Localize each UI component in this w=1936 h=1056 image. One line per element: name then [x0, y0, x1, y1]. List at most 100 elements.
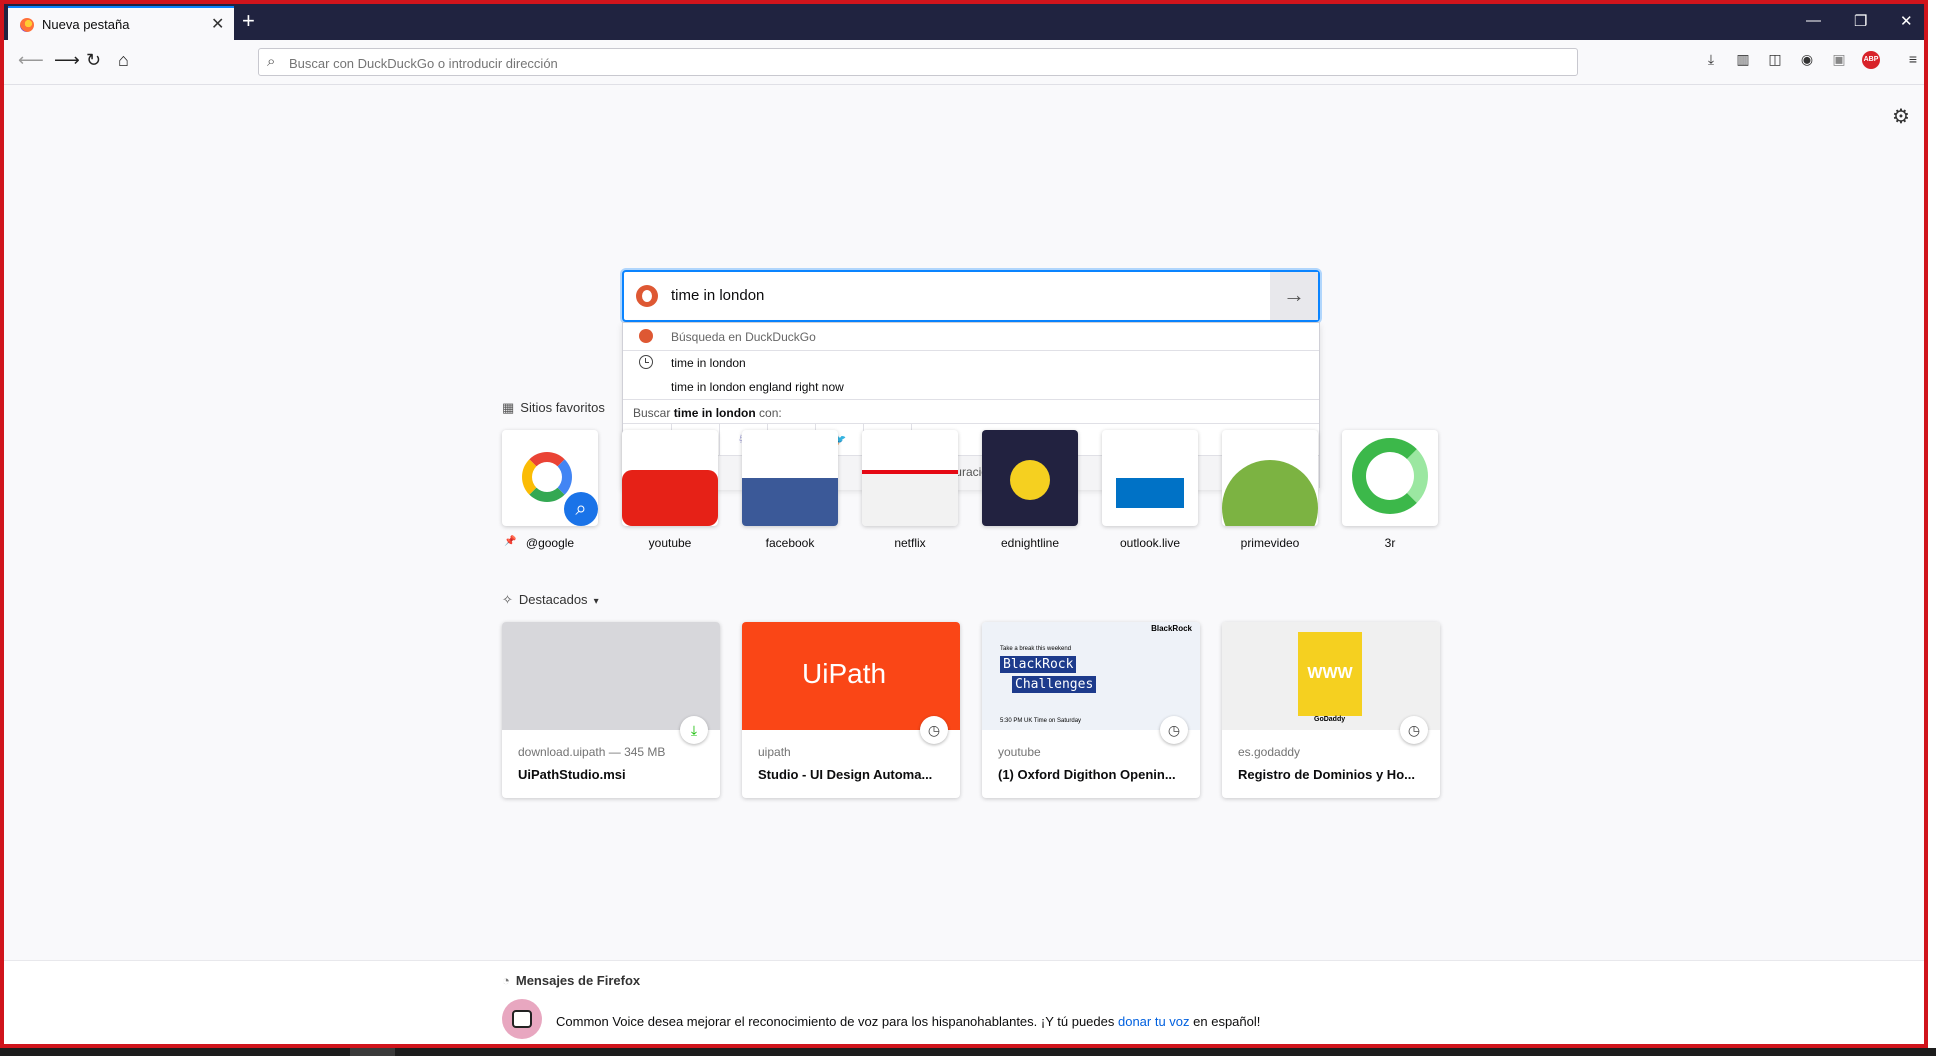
duckduckgo-icon — [636, 285, 658, 307]
top-sites-label: Sitios favoritos — [520, 400, 605, 415]
taskbar — [0, 1048, 1936, 1056]
url-input[interactable] — [287, 52, 1491, 74]
suggestion-item[interactable]: time in london — [623, 351, 1319, 375]
suggestion-item[interactable]: time in london england right now — [623, 375, 1319, 399]
settings-gear-icon[interactable]: ⚙ — [1892, 104, 1910, 129]
card-host: youtube — [998, 745, 1041, 759]
tab-title: Nueva pestaña — [42, 17, 130, 32]
back-arrow-icon[interactable]: ⟵ — [18, 50, 44, 71]
top-site-label: primevideo — [1240, 536, 1300, 550]
top-site-ednightline[interactable] — [982, 430, 1078, 526]
search-go-arrow-icon[interactable]: → — [1270, 272, 1318, 320]
highlight-card[interactable]: BlackRock Take a break this weekend Blac… — [982, 622, 1200, 798]
card-title: UiPathStudio.msi — [518, 767, 626, 782]
tab-close-icon[interactable]: ✕ — [211, 14, 224, 34]
sidebar-icon[interactable]: ◫ — [1766, 51, 1784, 69]
messages-title: Mensajes de Firefox — [515, 973, 641, 988]
library-icon[interactable]: ▥ — [1734, 51, 1752, 69]
history-badge-icon: ◷ — [920, 716, 948, 744]
newtab-search-box[interactable]: time in london → — [622, 270, 1320, 322]
home-icon[interactable]: ⌂ — [118, 50, 129, 71]
grid-icon: ▦ — [502, 400, 515, 415]
account-icon[interactable]: ◉ — [1798, 51, 1816, 69]
top-site-primevideo[interactable] — [1222, 430, 1318, 526]
top-site-label: facebook — [765, 536, 815, 550]
top-site-label: outlook.live — [1119, 536, 1181, 550]
download-badge-icon: ⤓ — [680, 716, 708, 744]
blackrock-time: 5:30 PM UK Time on Saturday — [1000, 718, 1082, 724]
card-thumbnail: BlackRock Take a break this weekend Blac… — [982, 622, 1200, 730]
card-title: Registro de Dominios y Ho... — [1238, 767, 1415, 782]
top-site-label: netflix — [894, 536, 926, 550]
search-with-prefix: Buscar — [633, 406, 674, 420]
uipath-logo: UiPath — [802, 658, 887, 689]
top-site-label: youtube — [648, 536, 692, 550]
dropdown-header: Búsqueda en DuckDuckGo — [671, 330, 816, 344]
outlook-logo-icon — [1116, 478, 1184, 508]
message-text: Common Voice desea mejorar el reconocimi… — [556, 1014, 1260, 1029]
top-site-youtube[interactable] — [622, 430, 718, 526]
search-with-suffix: con: — [755, 406, 782, 420]
search-badge-icon: ⌕ — [564, 492, 598, 526]
godaddy-brand: GoDaddy — [1314, 716, 1346, 723]
top-site-facebook[interactable] — [742, 430, 838, 526]
top-site-netflix[interactable] — [862, 430, 958, 526]
suggestion-text: time in london — [671, 356, 746, 370]
download-icon[interactable]: ⤓ — [1702, 51, 1720, 69]
top-sites-header[interactable]: ▦ Sitios favoritos — [502, 400, 605, 416]
restore-button[interactable]: ❐ — [1854, 12, 1867, 30]
search-suggestions-dropdown: Búsqueda en DuckDuckGo time in london ti… — [622, 322, 1320, 490]
forward-arrow-icon[interactable]: ⟶ — [54, 50, 80, 71]
blackrock-line1: BlackRock — [1000, 656, 1077, 673]
highlights-header[interactable]: ✧ Destacados ▾ — [502, 592, 599, 608]
card-thumbnail: WWW GoDaddy — [1222, 622, 1440, 730]
duckduckgo-small-icon — [639, 329, 653, 343]
youtube-logo-icon — [622, 470, 718, 526]
history-badge-icon: ◷ — [1400, 716, 1428, 744]
menu-icon[interactable]: ≡ — [1904, 51, 1922, 69]
google-logo-icon — [522, 452, 572, 502]
new-tab-button[interactable]: + — [242, 8, 255, 34]
search-with-query: time in london — [673, 406, 756, 420]
window-close-button[interactable]: ✕ — [1900, 12, 1913, 30]
top-site-google[interactable]: ⌕ — [502, 430, 598, 526]
facebook-logo-icon — [742, 478, 838, 526]
minimize-button[interactable]: — — [1806, 12, 1821, 29]
card-title: (1) Oxford Digithon Openin... — [998, 767, 1176, 782]
history-badge-icon: ◷ — [1160, 716, 1188, 744]
url-bar[interactable]: ⌕ — [258, 48, 1578, 76]
adblock-plus-icon[interactable]: ABP — [1862, 51, 1880, 69]
blackrock-brand: BlackRock — [1151, 624, 1192, 633]
card-thumbnail — [502, 622, 720, 730]
browser-window: Nueva pestaña ✕ + — ❐ ✕ ⟵ ⟶ ↻ ⌂ ⌕ ⤓ ▥ ◫ … — [0, 0, 1928, 1048]
change-search-settings-button[interactable]: Cambiar configuración de búsqueda — [623, 455, 1319, 490]
highlight-card[interactable]: UiPath ◷ uipath Studio - UI Design Autom… — [742, 622, 960, 798]
tab-new-tab[interactable]: Nueva pestaña ✕ — [8, 6, 234, 42]
message-text-before: Common Voice desea mejorar el reconocimi… — [556, 1014, 1118, 1029]
nav-toolbar: ⟵ ⟶ ↻ ⌂ ⌕ ⤓ ▥ ◫ ◉ ▣ ABP ≡ — [4, 40, 1924, 85]
firefox-messages-panel: ◔ Mensajes de Firefox Common Voice desea … — [4, 960, 1924, 1044]
common-voice-robot-icon — [502, 999, 542, 1039]
message-text-after: en español! — [1189, 1014, 1261, 1029]
extension-icon[interactable]: ▣ — [1830, 51, 1848, 69]
search-with-row: Buscar time in london con: — [623, 401, 1319, 425]
taskbar-item[interactable] — [350, 1048, 395, 1056]
top-site-3r[interactable] — [1342, 430, 1438, 526]
top-site-outlook[interactable] — [1102, 430, 1198, 526]
highlight-card[interactable]: ⤓ download.uipath — 345 MB UiPathStudio.… — [502, 622, 720, 798]
card-host: es.godaddy — [1238, 745, 1301, 759]
primevideo-logo-icon — [1222, 460, 1318, 526]
firefox-small-icon: ◔ — [502, 973, 510, 988]
history-clock-icon — [639, 355, 653, 369]
highlight-card[interactable]: WWW GoDaddy ◷ es.godaddy Registro de Dom… — [1222, 622, 1440, 798]
dropdown-header-row[interactable]: Búsqueda en DuckDuckGo — [623, 325, 1319, 349]
card-thumbnail: UiPath — [742, 622, 960, 730]
top-site-label: 3r — [1384, 536, 1396, 550]
netflix-logo-icon — [862, 470, 958, 526]
highlights-label: Destacados — [518, 592, 588, 607]
reload-icon[interactable]: ↻ — [86, 50, 101, 71]
search-query[interactable]: time in london — [671, 287, 764, 304]
godaddy-www: WWW — [1298, 632, 1362, 716]
donate-voice-link[interactable]: donar tu voz — [1118, 1014, 1190, 1029]
moon-icon — [1010, 460, 1050, 500]
